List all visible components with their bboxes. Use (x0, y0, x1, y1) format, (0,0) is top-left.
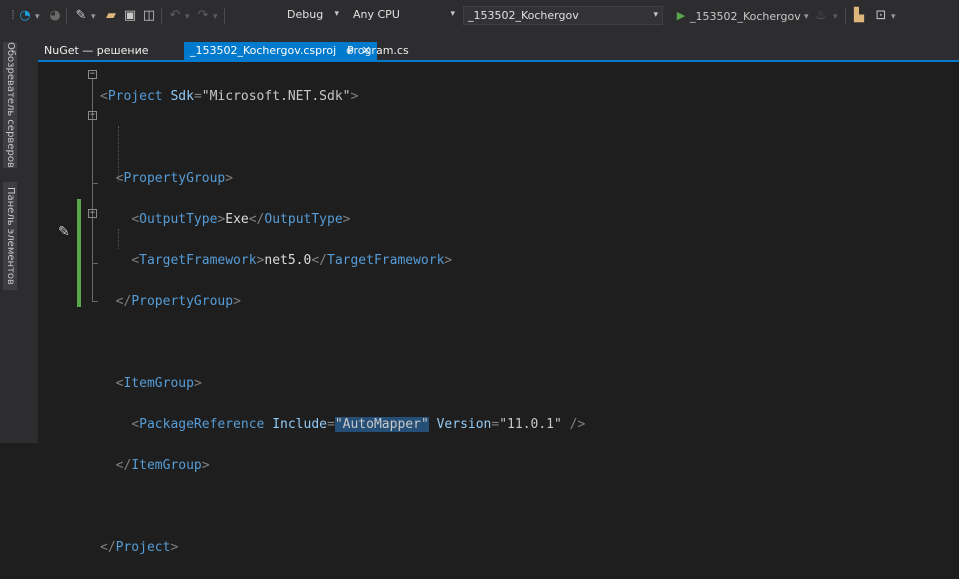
tab-label: _153502_Kochergov.csproj (190, 44, 337, 57)
startup-project-value: _153502_Kochergov (468, 9, 579, 22)
code-line-3: <PropertyGroup> (115, 170, 234, 186)
tag-name: TargetFramework (327, 252, 445, 268)
code-line-8: <ItemGroup> (115, 375, 202, 391)
chevron-down-icon: ▾ (653, 10, 658, 20)
startup-project-combo[interactable]: _153502_Kochergov ▾ (463, 6, 663, 25)
start-dropdown-icon[interactable]: ▾ (804, 9, 809, 25)
browse-icon[interactable]: ▙ (850, 7, 868, 25)
attr-value: AutoMapper (342, 416, 421, 432)
back-dropdown-icon[interactable]: ▾ (35, 9, 40, 25)
start-debug-button[interactable]: _153502_Kochergov (690, 9, 801, 25)
chevron-down-icon: ▾ (334, 9, 339, 19)
tag-name: OutputType (139, 211, 218, 227)
editor-gutter-strip (20, 38, 38, 443)
tag-name: TargetFramework (139, 252, 257, 268)
fold-end (92, 301, 98, 302)
attr-value: Microsoft.NET.Sdk (209, 88, 343, 104)
hot-reload-icon[interactable]: ♨ (812, 7, 830, 25)
code-line-10: </ItemGroup> (115, 457, 210, 473)
separator (224, 8, 225, 24)
play-icon[interactable]: ▶ (672, 7, 690, 25)
platform-value: Any CPU (353, 8, 400, 21)
toolbox-tab[interactable]: Панель элементов (3, 182, 17, 290)
left-tool-strip: Обозреватель серверов Панель элементов (0, 38, 20, 443)
tag-name: ItemGroup (131, 457, 202, 473)
fold-line (92, 120, 93, 183)
config-value: Debug (287, 8, 324, 21)
open-folder-icon[interactable]: ▰ (102, 7, 120, 25)
selected-text: "AutoMapper" (334, 416, 429, 432)
undo-dropdown-icon[interactable]: ▾ (185, 9, 190, 25)
code-line-5: <TargetFramework>net5.0</TargetFramework… (131, 252, 453, 268)
quick-actions-icon[interactable]: ✎ (58, 224, 70, 240)
separator (66, 8, 67, 24)
fold-end (92, 263, 98, 264)
main-toolbar: ⁞ ◔ ▾ ◕ ✎ ▾ ▰ ▣ ◫ ↶ ▾ ↷ ▾ Debug ▾ Any CP… (0, 0, 959, 38)
tag-name: PackageReference (139, 416, 265, 432)
tag-name: Project (107, 88, 163, 104)
tag-name: PropertyGroup (123, 170, 226, 186)
fold-toggle[interactable]: − (88, 209, 97, 218)
tag-name: ItemGroup (123, 375, 194, 391)
tab-label: Program.cs (347, 44, 409, 57)
redo-icon[interactable]: ↷ (194, 7, 212, 25)
code-line-1: <Project Sdk="Microsoft.NET.Sdk"> (100, 88, 359, 104)
code-line-9: <PackageReference Include="AutoMapper" V… (131, 416, 586, 432)
window-icon[interactable]: ⊡ (872, 7, 890, 25)
back-icon[interactable]: ◔ (16, 7, 34, 25)
redo-dropdown-icon[interactable]: ▾ (213, 9, 218, 25)
code-text[interactable]: <Project Sdk="Microsoft.NET.Sdk"> <Prope… (100, 66, 585, 579)
save-all-icon[interactable]: ◫ (140, 7, 158, 25)
save-icon[interactable]: ▣ (121, 7, 139, 25)
tag-name: OutputType (264, 211, 343, 227)
code-line-4: <OutputType>Exe</OutputType> (131, 211, 351, 227)
attr-name: Sdk (170, 88, 194, 104)
separator (161, 8, 162, 24)
attr-name: Version (436, 416, 492, 432)
new-project-icon[interactable]: ✎ (72, 7, 90, 25)
chevron-down-icon: ▾ (450, 9, 455, 19)
element-text: Exe (225, 211, 249, 227)
new-project-dropdown-icon[interactable]: ▾ (91, 9, 96, 25)
code-line-12: </Project> (100, 539, 179, 555)
separator (845, 8, 846, 24)
code-line-6: </PropertyGroup> (115, 293, 241, 309)
tag-name: PropertyGroup (131, 293, 234, 309)
tab-label: NuGet — решение (44, 44, 149, 57)
fold-toggle[interactable]: − (88, 70, 97, 79)
undo-icon[interactable]: ↶ (166, 7, 184, 25)
change-indicator (77, 199, 81, 307)
fold-end (92, 183, 98, 184)
tag-name: Project (115, 539, 171, 555)
tab-nuget-solution[interactable]: NuGet — решение (38, 42, 155, 60)
fold-toggle[interactable]: − (88, 111, 97, 120)
document-tab-bar: NuGet — решение _153502_Kochergov.csproj… (38, 38, 959, 62)
attr-value: 11.0.1 (507, 416, 555, 432)
server-explorer-tab[interactable]: Обозреватель серверов (3, 42, 17, 168)
element-text: net5.0 (264, 252, 312, 268)
config-combo[interactable]: Debug ▾ (283, 6, 343, 25)
fold-line (92, 218, 93, 263)
hot-reload-dropdown-icon[interactable]: ▾ (833, 9, 838, 25)
platform-combo[interactable]: Any CPU ▾ (349, 6, 459, 25)
attr-name: Include (272, 416, 327, 432)
customize-dropdown-icon[interactable]: ▾ (891, 9, 896, 25)
tab-program-cs[interactable]: Program.cs (341, 42, 415, 60)
forward-icon[interactable]: ◕ (46, 7, 64, 25)
